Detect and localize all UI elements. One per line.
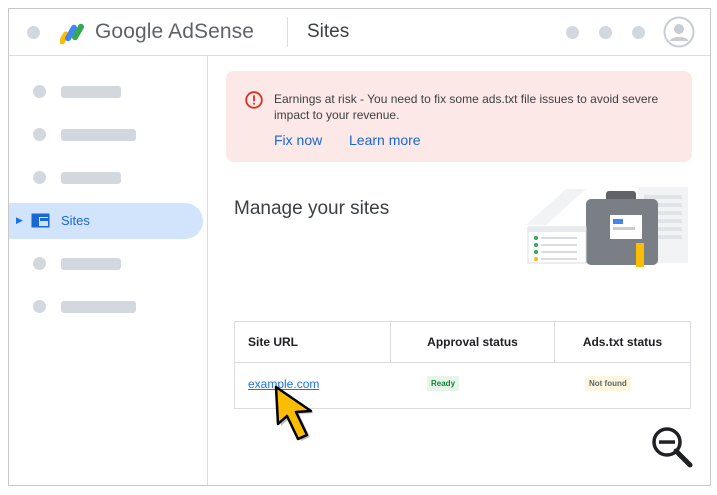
error-icon (245, 91, 263, 109)
ads-txt-status-badge: Not found (585, 376, 631, 391)
caret-right-icon: ▶ (16, 215, 23, 225)
fix-now-link[interactable]: Fix now (274, 132, 322, 148)
sidebar-dot-icon (33, 85, 46, 98)
mouse-pointer-icon (274, 385, 314, 441)
header-divider (287, 17, 288, 47)
sidebar-item-placeholder[interactable] (9, 246, 203, 282)
header-action-dot-icon[interactable] (599, 26, 612, 39)
sidebar-dot-icon (33, 171, 46, 184)
header-action-dot-icon[interactable] (566, 26, 579, 39)
sidebar-dot-icon (33, 257, 46, 270)
alert-message: Earnings at risk - You need to fix some … (274, 92, 659, 122)
sidebar-item-placeholder[interactable] (9, 117, 203, 153)
sidebar-dot-icon (33, 300, 46, 313)
menu-dot-icon[interactable] (27, 26, 40, 39)
sidebar-label-placeholder (61, 86, 121, 98)
column-header-ads-txt-status: Ads.txt status (582, 335, 663, 349)
sidebar-item-label: Sites (61, 213, 90, 228)
table-row-divider (235, 362, 690, 363)
column-header-site-url: Site URL (235, 322, 391, 362)
sidebar-label-placeholder (61, 172, 121, 184)
sidebar-label-placeholder (61, 301, 136, 313)
learn-more-link[interactable]: Learn more (349, 132, 421, 148)
sidebar-item-placeholder[interactable] (9, 74, 203, 110)
sidebar-item-placeholder[interactable] (9, 160, 203, 196)
approval-status-badge: Ready (427, 376, 460, 391)
sidebar-label-placeholder (61, 258, 121, 270)
sidebar-item-sites[interactable]: ▶ Sites (9, 203, 203, 239)
section-title: Sites (307, 21, 350, 42)
sidebar-label-placeholder (61, 129, 136, 141)
page-title: Manage your sites (234, 198, 390, 219)
sidebar-dot-icon (33, 128, 46, 141)
app-window: Google AdSense Sites ▶ Sites Earnings at… (8, 8, 711, 486)
sidebar: ▶ Sites (9, 56, 208, 485)
account-avatar-icon[interactable] (663, 16, 695, 48)
top-bar: Google AdSense Sites (9, 9, 710, 56)
column-header-approval-status: Approval status (391, 322, 555, 362)
adsense-logo-icon (60, 23, 84, 44)
zoom-out-icon[interactable] (649, 424, 695, 470)
product-name: Google AdSense (95, 20, 255, 43)
sites-illustration (526, 187, 688, 267)
header-action-dot-icon[interactable] (632, 26, 645, 39)
earnings-risk-alert: Earnings at risk - You need to fix some … (226, 71, 692, 162)
sidebar-item-placeholder[interactable] (9, 289, 203, 325)
sites-icon (31, 213, 50, 228)
